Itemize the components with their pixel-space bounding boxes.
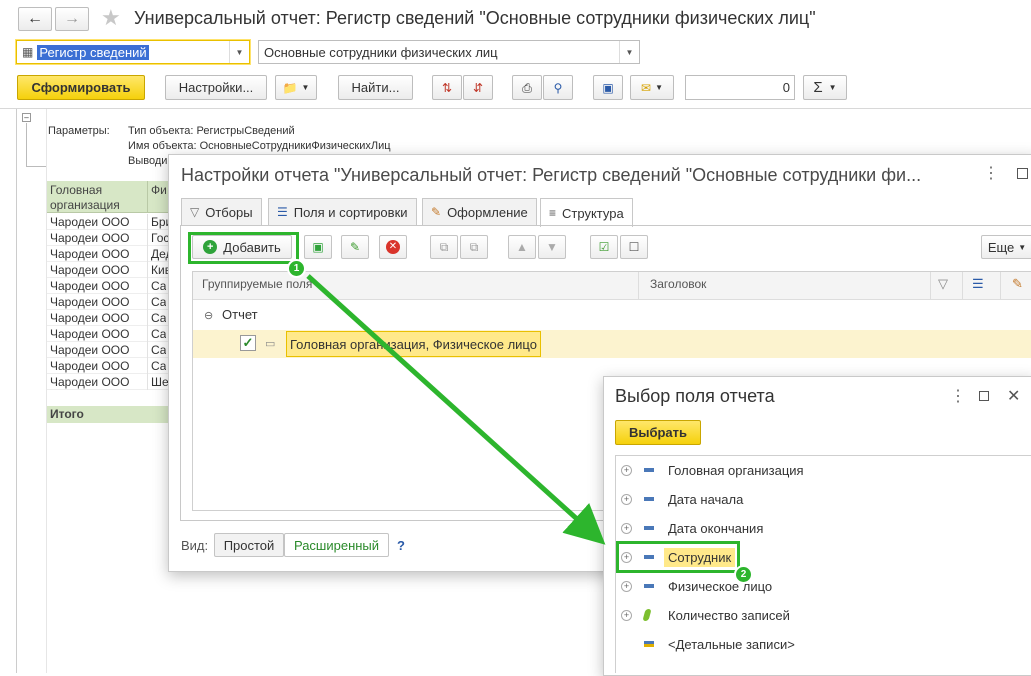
annotation-arrow — [306, 274, 606, 545]
step-badge-2: 2 — [734, 565, 753, 584]
step-badge-1: 1 — [287, 259, 306, 278]
